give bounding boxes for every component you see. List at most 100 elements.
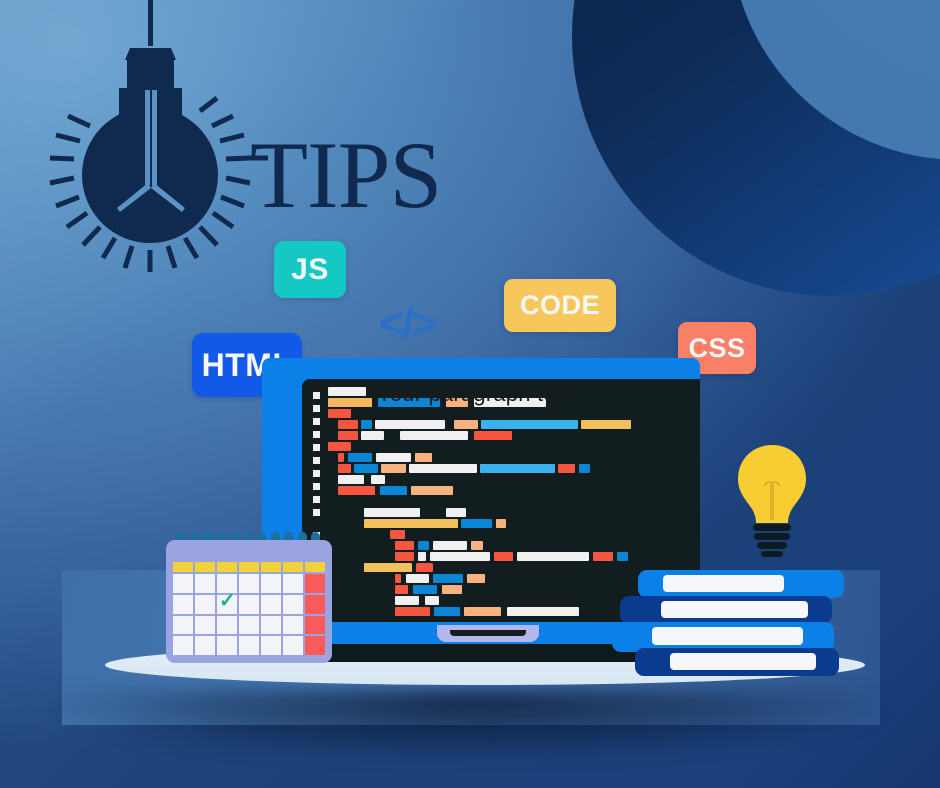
calendar-day-cell[interactable] [305, 636, 325, 655]
code-token [558, 464, 575, 473]
calendar-day-cell[interactable] [283, 615, 303, 635]
code-token [390, 530, 405, 539]
code-token [418, 552, 426, 561]
code-token [446, 398, 468, 407]
code-token [415, 453, 432, 462]
badge-js[interactable]: JS [274, 241, 346, 298]
code-token [364, 519, 458, 528]
calendar-day-cell[interactable] [173, 615, 193, 635]
code-token [464, 607, 501, 616]
calendar-header-cell [283, 562, 303, 572]
code-token [381, 464, 406, 473]
code-token [328, 398, 372, 407]
calendar-day-cell[interactable] [173, 594, 193, 614]
code-line[interactable] [302, 485, 702, 496]
calendar-day-cell[interactable] [195, 636, 215, 655]
code-token [406, 574, 429, 583]
code-token [338, 453, 344, 462]
code-token [395, 607, 430, 616]
code-token [375, 420, 445, 429]
calendar-header-cell [305, 562, 325, 572]
code-token [474, 398, 546, 407]
code-line[interactable] [302, 496, 702, 507]
calendar-day-cell[interactable] [195, 594, 215, 614]
calendar-day-cell[interactable] [305, 574, 325, 593]
calendar-day-cell[interactable] [173, 574, 193, 593]
code-line[interactable] [302, 386, 702, 397]
code-token [395, 585, 408, 594]
idea-lightbulb-icon [738, 445, 806, 557]
code-line[interactable] [302, 419, 702, 430]
code-line[interactable] [302, 441, 702, 452]
code-token [380, 486, 407, 495]
code-token [471, 541, 483, 550]
calendar-day-cell[interactable] [217, 594, 237, 614]
code-line[interactable] [302, 518, 702, 529]
code-token [395, 552, 414, 561]
calendar-day-cell[interactable] [283, 594, 303, 614]
code-line[interactable] [302, 474, 702, 485]
code-token [395, 596, 419, 605]
calendar-day-cell[interactable] [217, 615, 237, 635]
code-token [430, 552, 490, 561]
badge-code[interactable]: CODE [504, 279, 616, 332]
code-token [617, 552, 628, 561]
code-token [579, 464, 590, 473]
code-line[interactable] [302, 430, 702, 441]
calendar-day-cell[interactable] [305, 615, 325, 635]
code-line[interactable] [302, 540, 702, 551]
code-line[interactable] [302, 463, 702, 474]
code-token [376, 453, 411, 462]
code-line[interactable] [302, 408, 702, 419]
calendar-header-cell [173, 562, 193, 572]
calendar-day-cell[interactable] [239, 615, 259, 635]
code-token [481, 420, 578, 429]
code-line[interactable] [302, 507, 702, 518]
calendar-day-cell[interactable] [217, 574, 237, 593]
book-4-pages [670, 653, 816, 670]
calendar-day-cell[interactable] [283, 574, 303, 593]
code-token [418, 541, 429, 550]
calendar-day-cell[interactable] [261, 574, 281, 593]
laptop-trackpad-slot [450, 630, 526, 636]
code-token [581, 420, 631, 429]
code-token [434, 607, 460, 616]
calendar-day-cell[interactable] [239, 594, 259, 614]
code-token [371, 475, 385, 484]
code-token [467, 574, 485, 583]
code-token [400, 431, 468, 440]
calendar-day-cell[interactable] [239, 574, 259, 593]
code-token [338, 431, 358, 440]
calendar-grid[interactable] [173, 562, 325, 655]
code-token [416, 563, 433, 572]
code-token [507, 607, 579, 616]
code-token [461, 519, 492, 528]
code-token [395, 541, 414, 550]
code-line[interactable] [302, 551, 702, 562]
code-token [348, 453, 372, 462]
code-line[interactable] [302, 452, 702, 463]
code-line[interactable] [302, 397, 702, 408]
calendar-day-cell[interactable] [261, 636, 281, 655]
calendar-header-cell [261, 562, 281, 572]
calendar-day-cell[interactable] [173, 636, 193, 655]
calendar-day-cell[interactable] [195, 574, 215, 593]
calendar-day-cell[interactable] [261, 594, 281, 614]
code-token [354, 464, 378, 473]
calendar-header-cell [195, 562, 215, 572]
calendar-day-cell[interactable] [283, 636, 303, 655]
calendar-day-cell[interactable] [239, 636, 259, 655]
desk-shadow [60, 690, 880, 758]
hanging-lightbulb-icon [49, 0, 268, 272]
illustration-canvas: TIPS JS HTML CODE CSS </> Your paragraph… [0, 0, 940, 788]
code-token [378, 398, 440, 407]
calendar-day-cell[interactable] [217, 636, 237, 655]
calendar-day-cell[interactable] [305, 594, 325, 614]
calendar-day-cell[interactable] [261, 615, 281, 635]
code-token [517, 552, 589, 561]
code-line[interactable] [302, 529, 702, 540]
code-token [364, 508, 420, 517]
code-token [338, 420, 358, 429]
code-token [442, 585, 462, 594]
calendar-day-cell[interactable] [195, 615, 215, 635]
